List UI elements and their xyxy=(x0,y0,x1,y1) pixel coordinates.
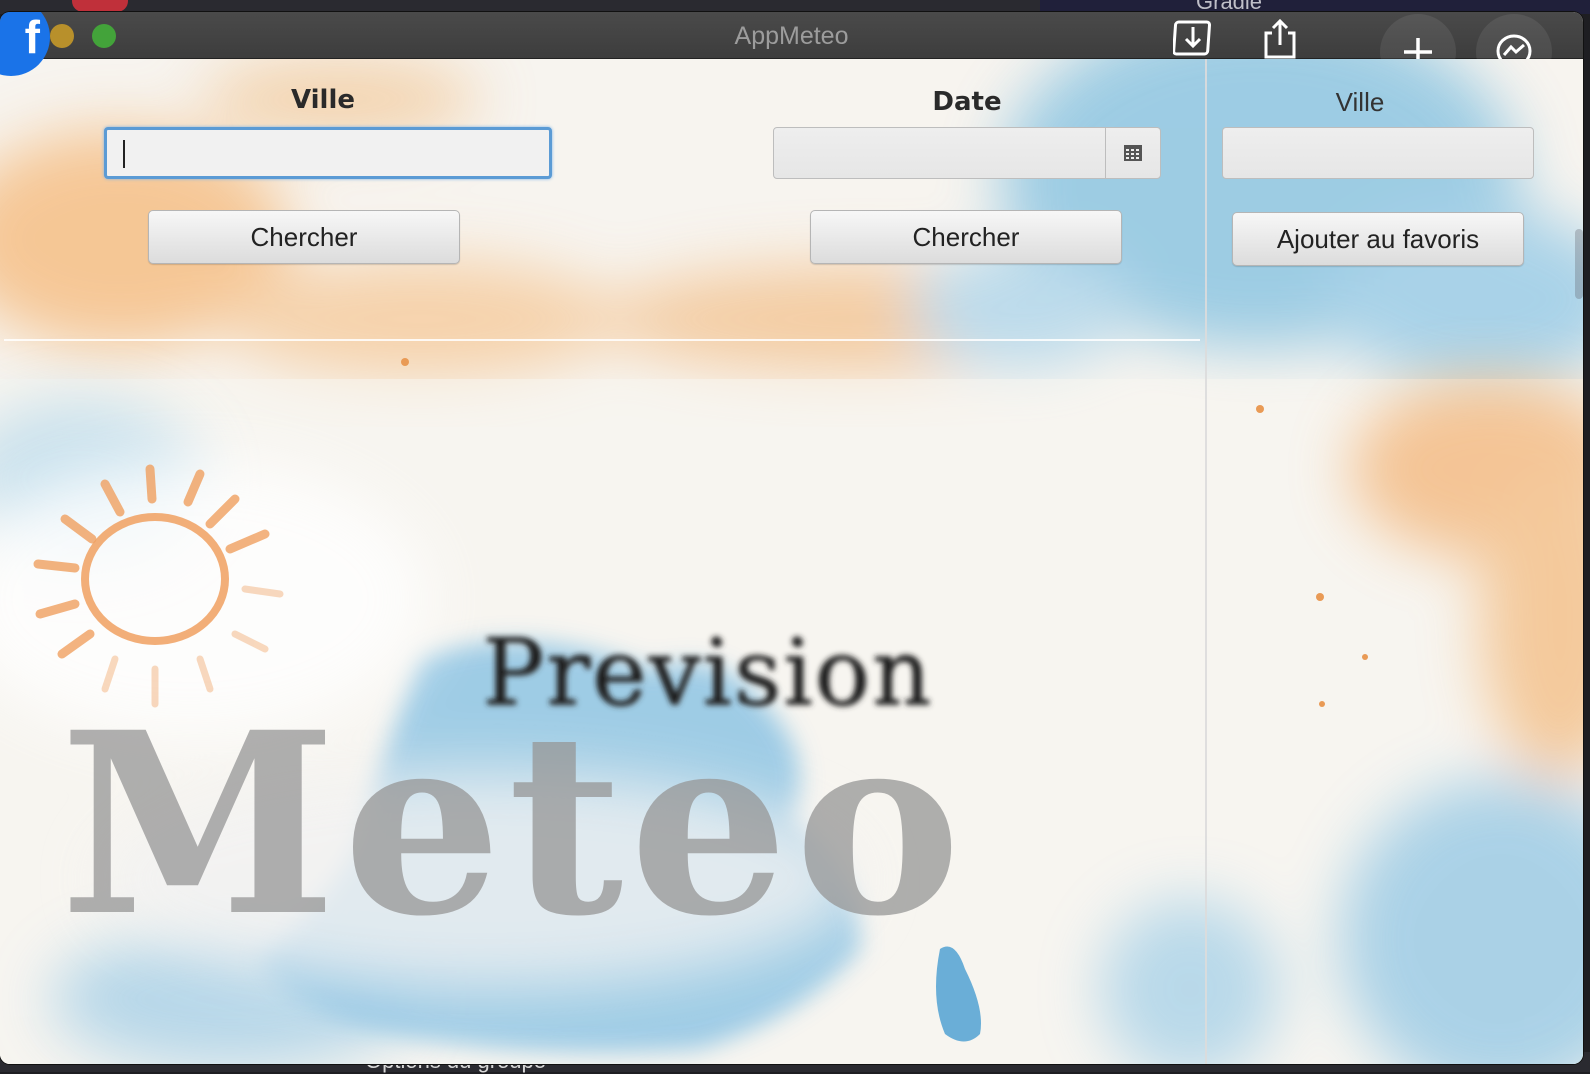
city-search-button[interactable]: Chercher xyxy=(148,210,460,264)
calendar-icon xyxy=(1124,145,1142,161)
date-input[interactable] xyxy=(773,127,1161,179)
favorite-city-input[interactable] xyxy=(1222,127,1534,179)
window-title: AppMeteo xyxy=(734,22,849,50)
add-favorite-button[interactable]: Ajouter au favoris xyxy=(1232,212,1524,266)
section-divider xyxy=(4,339,1200,341)
app-window: AppMeteo Prevision Meteo Ville Chercher … xyxy=(0,12,1583,1064)
text-caret xyxy=(123,140,125,168)
app-content: Prevision Meteo Ville Chercher Date Cher… xyxy=(0,59,1583,1064)
scrollbar[interactable] xyxy=(1575,229,1583,299)
share-icon[interactable] xyxy=(1260,18,1300,59)
date-picker-button[interactable] xyxy=(1105,128,1160,178)
favorite-city-label: Ville xyxy=(1335,87,1385,117)
date-label: Date xyxy=(932,87,1002,117)
date-search-button[interactable]: Chercher xyxy=(810,210,1122,264)
panel-divider xyxy=(1205,59,1207,1064)
splash-title: Meteo xyxy=(60,677,968,971)
notification-badge xyxy=(72,0,128,12)
city-label: Ville xyxy=(290,85,356,115)
title-bar[interactable]: AppMeteo xyxy=(0,12,1583,90)
city-search-input[interactable] xyxy=(104,127,552,179)
download-icon[interactable] xyxy=(1173,18,1213,58)
